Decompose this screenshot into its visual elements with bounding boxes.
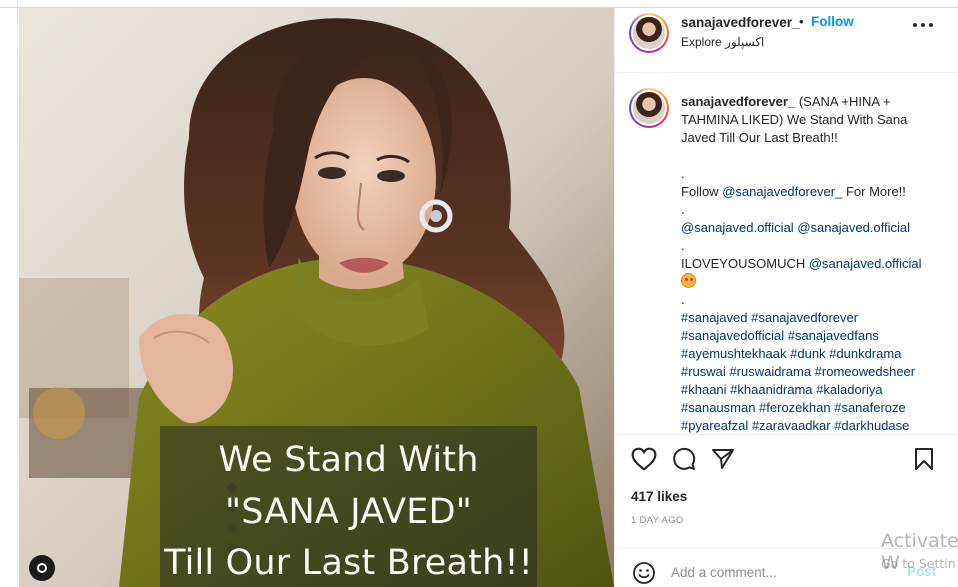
follow-button[interactable]: Follow xyxy=(811,14,854,29)
hashtag-line-1[interactable]: #sanajaved #sanajavedforever xyxy=(681,309,943,327)
reels-icon[interactable] xyxy=(29,555,55,581)
comment-input[interactable] xyxy=(671,562,901,582)
instagram-post-page: We Stand With "SANA JAVED" Till Our Last… xyxy=(0,0,958,587)
hashtag-line-4[interactable]: #ruswai #ruswaidrama #romeowedsheer xyxy=(681,363,943,381)
mention-link-a[interactable]: @sanajaved.official xyxy=(681,220,794,235)
emoji-icon[interactable] xyxy=(632,561,656,585)
hashtag-line-6[interactable]: #sanausman #ferozekhan #sanaferoze xyxy=(681,399,943,417)
caption-text: sanajavedforever_ (SANA +HINA + TAHMINA … xyxy=(681,93,943,434)
likes-count[interactable]: 417 likes xyxy=(631,489,687,504)
caption-blank xyxy=(681,147,943,165)
caption-line-3: Javed Till Our Last Breath!! xyxy=(681,130,838,145)
post-comment-button[interactable]: Post xyxy=(907,564,936,579)
comment-icon[interactable] xyxy=(672,447,696,471)
overlay-line-1: We Stand With xyxy=(218,440,479,480)
love-mention-link[interactable]: @sanajaved.official xyxy=(809,256,922,271)
caption-dot-2: . xyxy=(681,202,685,217)
hashtag-line-3[interactable]: #ayemushtekhaak #dunk #dunkdrama xyxy=(681,345,943,363)
add-comment-row: Post xyxy=(615,548,958,587)
overlay-line-3: Till Our Last Breath!! xyxy=(164,543,533,583)
love-text: ILOVEYOUSOMUCH xyxy=(681,256,809,271)
header-avatar[interactable] xyxy=(629,13,669,53)
caption-line-1: (SANA +HINA + xyxy=(798,94,891,109)
share-icon[interactable] xyxy=(711,447,735,471)
header-username[interactable]: sanajavedforever_ xyxy=(681,15,800,30)
location-link[interactable]: Explore اکسپلور xyxy=(681,35,764,49)
follow-prefix: Follow xyxy=(681,184,723,199)
follow-suffix: For More!! xyxy=(842,184,906,199)
post-image[interactable]: We Stand With "SANA JAVED" Till Our Last… xyxy=(19,8,614,587)
save-icon[interactable] xyxy=(913,447,935,471)
mention-link-b[interactable]: @sanajaved.official xyxy=(797,220,910,235)
post-header: sanajavedforever_ • Follow Explore اکسپل… xyxy=(615,8,958,73)
follow-mention-link[interactable]: @sanajavedforever_ xyxy=(722,184,842,199)
left-gutter xyxy=(0,0,18,587)
caption-dot-1: . xyxy=(681,166,685,181)
more-options-icon[interactable] xyxy=(913,22,935,30)
post-timestamp[interactable]: 1 DAY AGO xyxy=(631,515,684,526)
heart-eyes-emoji-icon xyxy=(681,273,696,288)
post-side-panel: sanajavedforever_ • Follow Explore اکسپل… xyxy=(614,8,958,587)
caption-avatar[interactable] xyxy=(629,88,669,128)
caption-dot-4: . xyxy=(681,292,685,307)
hashtag-line-7[interactable]: #pyareafzal #zaravaadkar #darkhudase xyxy=(681,417,943,434)
hashtag-line-2[interactable]: #sanajavedofficial #sanajavedfans xyxy=(681,327,943,345)
heart-icon[interactable] xyxy=(631,447,657,471)
hashtag-line-5[interactable]: #khaani #khaanidrama #kaladoriya xyxy=(681,381,943,399)
comments-section[interactable]: sanajavedforever_ (SANA +HINA + TAHMINA … xyxy=(615,74,958,434)
post-actions: 417 likes 1 DAY AGO Post xyxy=(615,434,958,587)
caption-line-2: TAHMINA LIKED) We Stand With Sana xyxy=(681,112,908,127)
separator-dot: • xyxy=(799,14,804,29)
caption-dot-3: . xyxy=(681,238,685,253)
caption-username[interactable]: sanajavedforever_ xyxy=(681,94,795,109)
overlay-line-2: "SANA JAVED" xyxy=(224,492,473,532)
